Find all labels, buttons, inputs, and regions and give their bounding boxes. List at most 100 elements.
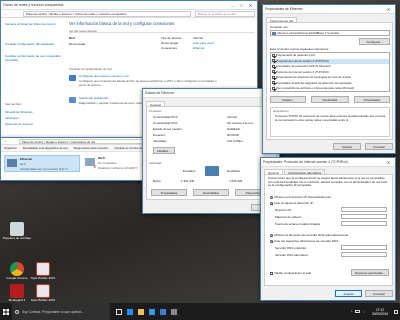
sidebar-home-link[interactable]: Ventana principal del Panel de control	[5, 22, 61, 26]
details-button[interactable]: Detalles...	[153, 147, 175, 154]
file-explorer-icon[interactable]	[138, 308, 144, 315]
advanced-button[interactable]: Opciones avanzadas...	[351, 269, 389, 276]
preferred-dns-field[interactable]	[341, 245, 387, 250]
radio[interactable]	[270, 239, 273, 243]
radio[interactable]	[270, 201, 273, 205]
disable-device-button[interactable]: Deshabilitar este dispositivo de red	[23, 146, 68, 150]
uninstall-button[interactable]: Desinstalar	[311, 96, 349, 103]
item-properties-button[interactable]: Propiedades	[354, 96, 390, 103]
adapter-ethernet[interactable]: Ethernet Red Intel(R) Ethernet Connectio…	[4, 155, 80, 172]
title-bar: Propiedades de Ethernet ✕	[263, 5, 395, 14]
adapter-icon	[272, 32, 276, 35]
maximize-button[interactable]: □	[237, 3, 246, 8]
sidebar-adapter-settings-link[interactable]: Cambiar configuración del adaptador	[5, 42, 61, 46]
ok-button[interactable]: Aceptar	[333, 143, 361, 150]
new-connection-link[interactable]: Configurar una nueva conexión o red	[79, 74, 128, 78]
bytes-sent-value: 1.391.440	[181, 179, 195, 183]
checkbox[interactable]	[272, 53, 275, 57]
manual-dns-option[interactable]: Usar las siguientes direcciones de servi…	[270, 239, 339, 243]
option-label: Obtener una dirección IP automáticamente	[274, 195, 331, 199]
radio[interactable]	[270, 233, 273, 237]
control-panel-icon[interactable]	[171, 308, 177, 315]
desktop-icon-label: Style Builder 2015	[30, 276, 56, 280]
manual-ip-option[interactable]: Usar la siguiente dirección IP:	[270, 201, 314, 205]
close-button[interactable]: ✕	[246, 3, 255, 8]
action-center-button[interactable]	[392, 303, 400, 320]
gateway-field[interactable]	[341, 221, 387, 226]
properties-button[interactable]: Propiedades	[151, 189, 187, 196]
checkbox[interactable]	[272, 70, 275, 74]
ethernet-link[interactable]: Ethernet	[193, 46, 204, 50]
checkbox[interactable]	[272, 86, 275, 90]
cancel-button[interactable]: Cancelar	[365, 143, 393, 150]
start-button[interactable]	[0, 303, 12, 320]
task-view-icon[interactable]	[116, 308, 122, 315]
checkbox[interactable]	[272, 64, 275, 68]
address-bar-row: ← → Panel de control > Redes e Internet …	[1, 10, 257, 18]
ok-button[interactable]: Aceptar	[335, 290, 362, 297]
speed-value: 100,0 Mbps	[227, 139, 243, 143]
new-connection-icon	[69, 75, 76, 81]
description-text: Protocolo TCP/IP. El protocolo de red de…	[275, 114, 386, 122]
desktop-icon-recycle-bin[interactable]: Papelera de reciclaje	[2, 222, 32, 241]
volume-icon[interactable]: ♪	[363, 310, 365, 314]
desktop-icon-style-builder-2016[interactable]: Style Builder 2016	[28, 284, 58, 303]
ip-address-field[interactable]	[341, 207, 387, 212]
system-tray: ^ ♪	[351, 310, 365, 314]
sent-label: Enviados	[183, 169, 196, 173]
desktop-icon-label: Papelera de reciclaje	[2, 236, 32, 240]
diagnose-button[interactable]: Diagnosticar esta conexión	[74, 146, 109, 150]
see-also-internet-options[interactable]: Opciones de Internet	[5, 122, 33, 126]
close-button[interactable]: ✕	[384, 7, 393, 12]
alternate-dns-field[interactable]	[341, 252, 387, 257]
search-input[interactable]: Buscar en el Panel de control	[195, 11, 255, 17]
network-name: Red	[69, 36, 75, 40]
troubleshoot-icon	[69, 97, 76, 103]
access-type-label: Tipo de acceso:	[161, 36, 183, 40]
adapter-field: Atheros L2 Fast Ethernet 10/100Base-T Co…	[270, 30, 390, 36]
network-icon[interactable]	[355, 310, 361, 313]
organize-button[interactable]: Organizar	[4, 146, 17, 150]
homegroup-label: Grupo Hogar:	[161, 41, 180, 45]
back-arrow-icon[interactable]: ←	[4, 11, 8, 16]
recycle-bin-icon	[10, 222, 24, 236]
cancel-button[interactable]: Cancelar	[365, 290, 393, 297]
configure-button[interactable]: Configurar...	[359, 38, 390, 45]
disable-button[interactable]: Deshabilitar	[193, 189, 229, 196]
show-hidden-icons-icon[interactable]: ^	[351, 310, 353, 314]
list-item[interactable]: Uso compartido de archivos e impresoras …	[271, 86, 389, 91]
desktop-icon-style-builder-2015[interactable]: Style Builder 2015	[28, 262, 58, 281]
speed-label: Velocidad:	[153, 139, 167, 143]
activity-heading: Actividad	[149, 161, 162, 165]
see-also-firewall[interactable]: Firewall de Windows	[5, 110, 33, 114]
see-also-infrared[interactable]: Infrarrojos	[5, 116, 19, 120]
access-type-value: Internet	[193, 36, 204, 40]
tab-panel: Conectar con: Atheros L2 Fast Ethernet 1…	[266, 22, 393, 140]
clock-date: 30/05/2016	[372, 311, 388, 316]
checkbox[interactable]	[272, 81, 275, 85]
auto-ip-option[interactable]: Obtener una dirección IP automáticamente	[270, 195, 331, 199]
validate-option[interactable]: Validar configuración al salir	[270, 271, 311, 275]
store-icon[interactable]	[149, 308, 155, 315]
install-button[interactable]: Instalar...	[270, 96, 306, 103]
address-bar[interactable]: Panel de control > Redes e Internet > Ce…	[23, 11, 191, 17]
checkbox[interactable]	[272, 59, 275, 63]
minimize-button[interactable]: –	[228, 3, 237, 8]
item-label: Respondedor de detección de topologías d…	[276, 75, 351, 79]
radio[interactable]	[270, 195, 273, 199]
subnet-mask-field[interactable]	[341, 214, 387, 219]
checkbox[interactable]	[270, 271, 273, 275]
auto-dns-option[interactable]: Obtener la dirección del servidor DNS au…	[270, 233, 348, 237]
troubleshoot-link[interactable]: Solucionar problemas	[79, 96, 108, 100]
sidebar-sharing-settings-link[interactable]: Cambiar configuración de uso compartido …	[5, 54, 61, 62]
homegroup-link[interactable]: Listo para crear	[193, 41, 214, 45]
media-state-value: Habilitado	[227, 127, 241, 131]
back-arrow-icon[interactable]: ←	[4, 138, 8, 143]
cortana-search-box[interactable]: Soy Cortana. Pregúntame lo que quieras.	[12, 303, 110, 320]
edge-icon[interactable]	[127, 308, 133, 315]
network-window-icon[interactable]	[160, 308, 166, 315]
checkbox[interactable]	[272, 75, 275, 79]
clock[interactable]: 17:12 30/05/2016	[368, 308, 392, 316]
close-button[interactable]: ✕	[384, 160, 393, 165]
forward-arrow-icon[interactable]: →	[10, 11, 14, 16]
